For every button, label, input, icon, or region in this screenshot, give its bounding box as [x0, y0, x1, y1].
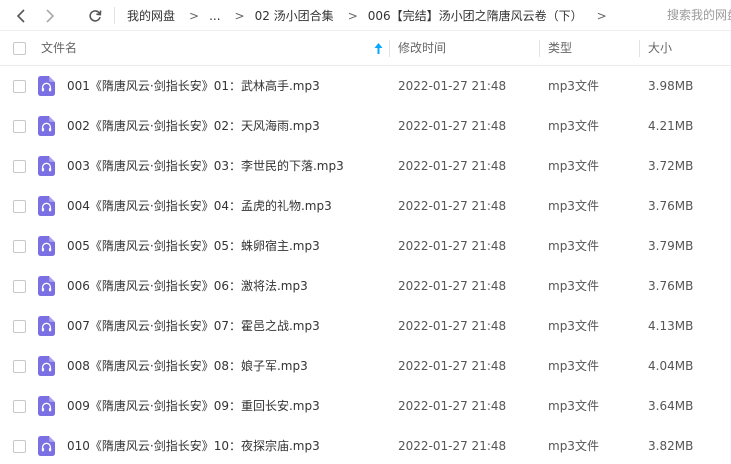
audio-file-icon [38, 356, 55, 376]
file-name[interactable]: 009《隋唐风云·剑指长安》09：重回长安.mp3 [67, 386, 320, 426]
column-divider [389, 40, 390, 57]
breadcrumb-separator: > [347, 8, 358, 23]
file-type: mp3文件 [548, 359, 599, 373]
file-size: 3.64MB [648, 399, 694, 413]
file-row[interactable]: 006《隋唐风云·剑指长安》06：激将法.mp3 2022-01-27 21:4… [0, 266, 731, 306]
audio-file-icon [38, 316, 55, 336]
row-checkbox[interactable] [13, 160, 26, 173]
breadcrumb-item-current[interactable]: 006【完结】汤小团之隋唐风云卷（下） [368, 7, 583, 24]
breadcrumb: 我的网盘 > ... > 02 汤小团合集 > 006【完结】汤小团之隋唐风云卷… [127, 0, 617, 31]
file-type: mp3文件 [548, 319, 599, 333]
file-row[interactable]: 009《隋唐风云·剑指长安》09：重回长安.mp3 2022-01-27 21:… [0, 386, 731, 426]
chevron-right-icon [46, 8, 55, 23]
file-modified-time: 2022-01-27 21:48 [398, 159, 507, 173]
audio-file-icon [38, 116, 55, 136]
file-row[interactable]: 007《隋唐风云·剑指长安》07：霍邑之战.mp3 2022-01-27 21:… [0, 306, 731, 346]
row-checkbox[interactable] [13, 80, 26, 93]
file-row[interactable]: 002《隋唐风云·剑指长安》02：天风海雨.mp3 2022-01-27 21:… [0, 106, 731, 146]
file-name[interactable]: 008《隋唐风云·剑指长安》08：娘子军.mp3 [67, 346, 308, 386]
top-bar: 我的网盘 > ... > 02 汤小团合集 > 006【完结】汤小团之隋唐风云卷… [0, 0, 731, 31]
row-checkbox[interactable] [13, 280, 26, 293]
file-modified-time: 2022-01-27 21:48 [398, 119, 507, 133]
file-modified-time: 2022-01-27 21:48 [398, 79, 507, 93]
breadcrumb-separator: > [596, 8, 607, 23]
file-name[interactable]: 007《隋唐风云·剑指长安》07：霍邑之战.mp3 [67, 306, 320, 346]
file-name[interactable]: 003《隋唐风云·剑指长安》03：李世民的下落.mp3 [67, 146, 344, 186]
file-name[interactable]: 006《隋唐风云·剑指长安》06：激将法.mp3 [67, 266, 308, 306]
audio-file-icon [38, 156, 55, 176]
file-list-header: 文件名 修改时间 类型 大小 [0, 31, 731, 66]
file-type: mp3文件 [548, 79, 599, 93]
forward-button[interactable] [38, 0, 62, 31]
file-size: 3.82MB [648, 439, 694, 453]
audio-file-icon [38, 196, 55, 216]
file-size: 3.98MB [648, 79, 694, 93]
file-size: 4.13MB [648, 319, 694, 333]
file-type: mp3文件 [548, 239, 599, 253]
file-row[interactable]: 010《隋唐风云·剑指长安》10：夜探宗庙.mp3 2022-01-27 21:… [0, 426, 731, 464]
file-row[interactable]: 005《隋唐风云·剑指长安》05：蛛卵宿主.mp3 2022-01-27 21:… [0, 226, 731, 266]
back-button[interactable] [9, 0, 33, 31]
file-size: 3.79MB [648, 239, 694, 253]
file-size: 4.04MB [648, 359, 694, 373]
column-divider [539, 40, 540, 57]
select-all-checkbox[interactable] [13, 42, 26, 55]
file-row[interactable]: 004《隋唐风云·剑指长安》04：孟虎的礼物.mp3 2022-01-27 21… [0, 186, 731, 226]
file-type: mp3文件 [548, 119, 599, 133]
file-type: mp3文件 [548, 279, 599, 293]
file-name[interactable]: 004《隋唐风云·剑指长安》04：孟虎的礼物.mp3 [67, 186, 332, 226]
row-checkbox[interactable] [13, 440, 26, 453]
file-modified-time: 2022-01-27 21:48 [398, 439, 507, 453]
file-name[interactable]: 010《隋唐风云·剑指长安》10：夜探宗庙.mp3 [67, 426, 320, 464]
row-checkbox[interactable] [13, 200, 26, 213]
file-name[interactable]: 005《隋唐风云·剑指长安》05：蛛卵宿主.mp3 [67, 226, 320, 266]
refresh-icon [89, 9, 102, 22]
refresh-button[interactable] [83, 0, 107, 31]
file-modified-time: 2022-01-27 21:48 [398, 399, 507, 413]
file-row[interactable]: 008《隋唐风云·剑指长安》08：娘子军.mp3 2022-01-27 21:4… [0, 346, 731, 386]
file-modified-time: 2022-01-27 21:48 [398, 279, 507, 293]
breadcrumb-item-collection[interactable]: 02 汤小团合集 [255, 7, 334, 24]
audio-file-icon [38, 236, 55, 256]
file-type: mp3文件 [548, 199, 599, 213]
audio-file-icon [38, 396, 55, 416]
audio-file-icon [38, 76, 55, 96]
file-size: 3.76MB [648, 279, 694, 293]
column-header-modified[interactable]: 修改时间 [398, 31, 446, 66]
row-checkbox[interactable] [13, 240, 26, 253]
file-row[interactable]: 001《隋唐风云·剑指长安》01：武林高手.mp3 2022-01-27 21:… [0, 66, 731, 106]
file-size: 4.21MB [648, 119, 694, 133]
file-modified-time: 2022-01-27 21:48 [398, 319, 507, 333]
audio-file-icon [38, 436, 55, 456]
breadcrumb-separator: > [234, 8, 245, 23]
row-checkbox[interactable] [13, 120, 26, 133]
row-checkbox[interactable] [13, 360, 26, 373]
file-size: 3.76MB [648, 199, 694, 213]
chevron-left-icon [16, 8, 25, 23]
breadcrumb-separator: > [189, 8, 200, 23]
row-checkbox[interactable] [13, 320, 26, 333]
breadcrumb-item-ellipsis[interactable]: ... [209, 9, 220, 23]
file-modified-time: 2022-01-27 21:48 [398, 359, 507, 373]
file-modified-time: 2022-01-27 21:48 [398, 239, 507, 253]
file-type: mp3文件 [548, 439, 599, 453]
sort-ascending-icon[interactable] [374, 43, 383, 54]
audio-file-icon [38, 276, 55, 296]
column-header-size[interactable]: 大小 [648, 31, 672, 66]
file-modified-time: 2022-01-27 21:48 [398, 199, 507, 213]
file-type: mp3文件 [548, 159, 599, 173]
file-name[interactable]: 002《隋唐风云·剑指长安》02：天风海雨.mp3 [67, 106, 320, 146]
column-divider [639, 40, 640, 57]
file-type: mp3文件 [548, 399, 599, 413]
file-name[interactable]: 001《隋唐风云·剑指长安》01：武林高手.mp3 [67, 66, 320, 106]
search-input[interactable]: 搜索我的网盘 [659, 0, 731, 31]
column-header-type[interactable]: 类型 [548, 31, 572, 66]
breadcrumb-item-root[interactable]: 我的网盘 [127, 7, 175, 24]
column-header-name[interactable]: 文件名 [41, 31, 77, 66]
row-checkbox[interactable] [13, 400, 26, 413]
file-size: 3.72MB [648, 159, 694, 173]
file-row[interactable]: 003《隋唐风云·剑指长安》03：李世民的下落.mp3 2022-01-27 2… [0, 146, 731, 186]
toolbar-divider [114, 7, 115, 24]
